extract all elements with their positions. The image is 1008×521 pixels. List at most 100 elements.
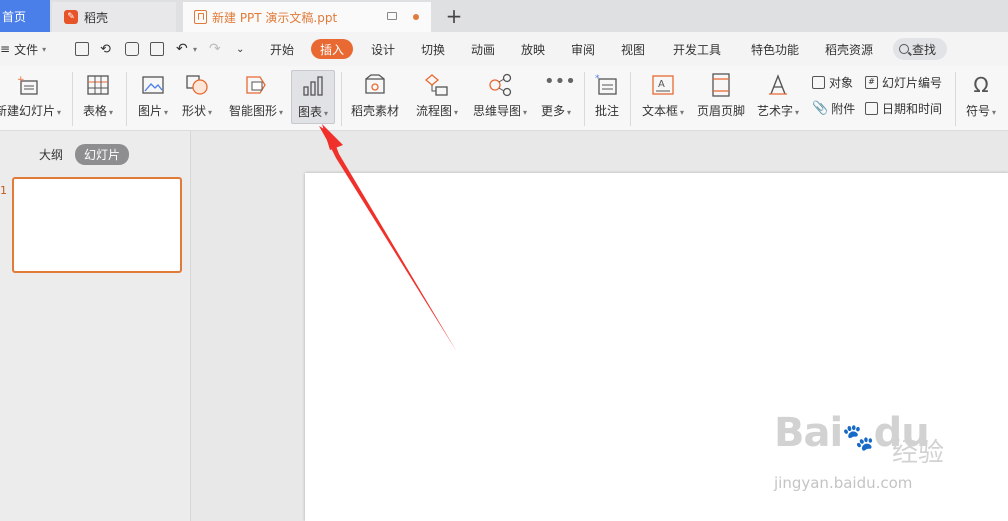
mindmap-button[interactable]: 思维导图 ▾ xyxy=(470,66,530,128)
object-label: 对象 xyxy=(829,75,854,90)
save-icon[interactable] xyxy=(75,42,89,56)
comment-label: 批注 xyxy=(594,104,619,118)
undo-icon[interactable]: ↶ xyxy=(176,32,188,66)
chart-label: 图表 ▾ xyxy=(297,105,329,119)
shape-label: 形状 ▾ xyxy=(181,104,213,118)
smart-graphic-label: 智能图形 ▾ xyxy=(228,104,284,118)
search-icon xyxy=(899,44,909,54)
shape-icon xyxy=(185,73,209,97)
table-button[interactable]: 表格 ▾ xyxy=(78,66,118,128)
watermark-url: jingyan.baidu.com xyxy=(774,474,913,492)
tab-view[interactable]: 视图 xyxy=(621,32,645,66)
header-footer-label: 页眉页脚 xyxy=(696,104,745,118)
daoke-material-icon xyxy=(363,73,387,97)
table-icon xyxy=(86,73,110,97)
tab-daoke-resources[interactable]: 稻壳资源 xyxy=(825,32,873,66)
tab-developer[interactable]: 开发工具 xyxy=(673,32,721,66)
tab-start[interactable]: 开始 xyxy=(270,32,294,66)
hamburger-icon: ≡ xyxy=(0,42,11,56)
shape-button[interactable]: 形状 ▾ xyxy=(178,66,216,128)
wordart-button[interactable]: 艺术字 ▾ xyxy=(754,66,802,128)
wordart-label: 艺术字 ▾ xyxy=(756,104,800,118)
tab-slideshow[interactable]: 放映 xyxy=(521,32,545,66)
object-icon xyxy=(812,75,825,89)
tab-animation[interactable]: 动画 xyxy=(471,32,495,66)
smart-graphic-icon xyxy=(244,73,268,97)
print-icon[interactable] xyxy=(125,42,139,56)
new-tab-button[interactable]: + xyxy=(444,4,464,28)
ribbon-separator xyxy=(955,72,956,126)
tab-home-label: 首页 xyxy=(2,9,27,24)
slide-panel: 大纲 幻灯片 1 xyxy=(0,131,191,521)
image-button[interactable]: 图片 ▾ xyxy=(134,66,172,128)
image-label: 图片 ▾ xyxy=(137,104,169,118)
daoke-material-button[interactable]: 稻壳素材 xyxy=(347,66,403,128)
mindmap-label: 思维导图 ▾ xyxy=(472,104,528,118)
comment-icon: * xyxy=(595,73,619,97)
chart-button[interactable]: 图表 ▾ xyxy=(291,70,335,124)
omega-icon: Ω xyxy=(973,73,989,97)
ribbon-separator xyxy=(72,72,73,126)
new-slide-icon: + xyxy=(16,73,40,97)
tab-transition[interactable]: 切换 xyxy=(421,32,445,66)
menu-bar: ≡ 文件 ▾ ⟲ ↶ ▾ ↷ ⌄ 开始 插入 设计 切换 动画 放映 审阅 视图… xyxy=(0,32,1008,66)
insert-ribbon: + 新建幻灯片 ▾ 表格 ▾ 图片 ▾ 形状 ▾ 智能图形 ▾ 图表 ▾ 稻壳素材 流程图 ▾… xyxy=(0,66,1008,131)
customize-toolbar-icon[interactable]: ⌄ xyxy=(236,32,244,66)
attachment-label: 附件 xyxy=(831,101,856,116)
tab-home[interactable]: 首页 xyxy=(0,0,50,32)
daoke-material-label: 稻壳素材 xyxy=(350,104,399,118)
tab-special-features[interactable]: 特色功能 xyxy=(751,32,799,66)
ribbon-separator xyxy=(126,72,127,126)
comment-button[interactable]: * 批注 xyxy=(590,66,624,128)
paw-icon: 🐾 xyxy=(842,423,874,453)
search-label: 查找 xyxy=(912,42,937,57)
tab-insert[interactable]: 插入 xyxy=(311,39,354,59)
calendar-icon xyxy=(865,101,878,115)
format-painter-icon[interactable]: ⟲ xyxy=(100,32,111,66)
textbox-button[interactable]: A 文本框 ▾ xyxy=(638,66,688,128)
watermark-cn: 经验 xyxy=(892,438,945,468)
smart-graphic-button[interactable]: 智能图形 ▾ xyxy=(225,66,287,128)
flowchart-label: 流程图 ▾ xyxy=(415,104,459,118)
flowchart-icon xyxy=(424,73,449,97)
tab-outline[interactable]: 大纲 xyxy=(39,146,63,163)
tab-design[interactable]: 设计 xyxy=(371,32,395,66)
monitor-icon[interactable] xyxy=(387,12,397,20)
object-button[interactable]: 对象 xyxy=(812,73,853,91)
tab-daoke[interactable]: ✎ 稻壳 xyxy=(52,2,176,32)
tab-review[interactable]: 审阅 xyxy=(571,32,595,66)
header-footer-button[interactable]: 页眉页脚 xyxy=(694,66,748,128)
daoke-logo-icon: ✎ xyxy=(64,10,78,24)
date-time-button[interactable]: 日期和时间 xyxy=(865,99,942,117)
tab-slides[interactable]: 幻灯片 xyxy=(75,144,130,165)
date-time-label: 日期和时间 xyxy=(882,101,943,116)
symbol-button[interactable]: Ω 符号 ▾ xyxy=(962,66,1000,128)
symbol-label: 符号 ▾ xyxy=(965,104,997,118)
paperclip-icon: 📎 xyxy=(812,100,829,116)
unsaved-dot-icon xyxy=(413,14,419,20)
flowchart-button[interactable]: 流程图 ▾ xyxy=(412,66,462,128)
baidu-watermark: Bai🐾du 经验 jingyan.baidu.com xyxy=(774,410,964,500)
new-slide-button[interactable]: + 新建幻灯片 ▾ xyxy=(0,66,64,128)
textbox-label: 文本框 ▾ xyxy=(641,104,685,118)
chevron-down-icon: ▾ xyxy=(42,44,47,54)
image-icon xyxy=(141,73,165,97)
print-preview-icon[interactable] xyxy=(150,42,164,56)
slide-number-button[interactable]: # 幻灯片编号 xyxy=(865,73,942,91)
more-icon: ••• xyxy=(544,71,576,92)
undo-dropdown-icon[interactable]: ▾ xyxy=(193,32,197,66)
slide-thumbnail[interactable] xyxy=(12,177,182,273)
ppt-file-icon xyxy=(194,10,207,24)
svg-text:*: * xyxy=(595,74,600,84)
wordart-icon xyxy=(766,73,790,97)
attachment-button[interactable]: 📎 附件 xyxy=(812,99,855,117)
file-menu[interactable]: ≡ 文件 ▾ xyxy=(0,32,46,66)
tab-document[interactable]: 新建 PPT 演示文稿.ppt xyxy=(183,2,431,32)
redo-icon[interactable]: ↷ xyxy=(209,32,221,66)
textbox-icon: A xyxy=(651,73,675,97)
ribbon-separator xyxy=(630,72,631,126)
svg-text:+: + xyxy=(17,75,25,85)
search-box[interactable]: 查找 xyxy=(893,38,947,60)
more-button[interactable]: ••• 更多 ▾ xyxy=(537,66,576,128)
mindmap-icon xyxy=(488,73,512,97)
